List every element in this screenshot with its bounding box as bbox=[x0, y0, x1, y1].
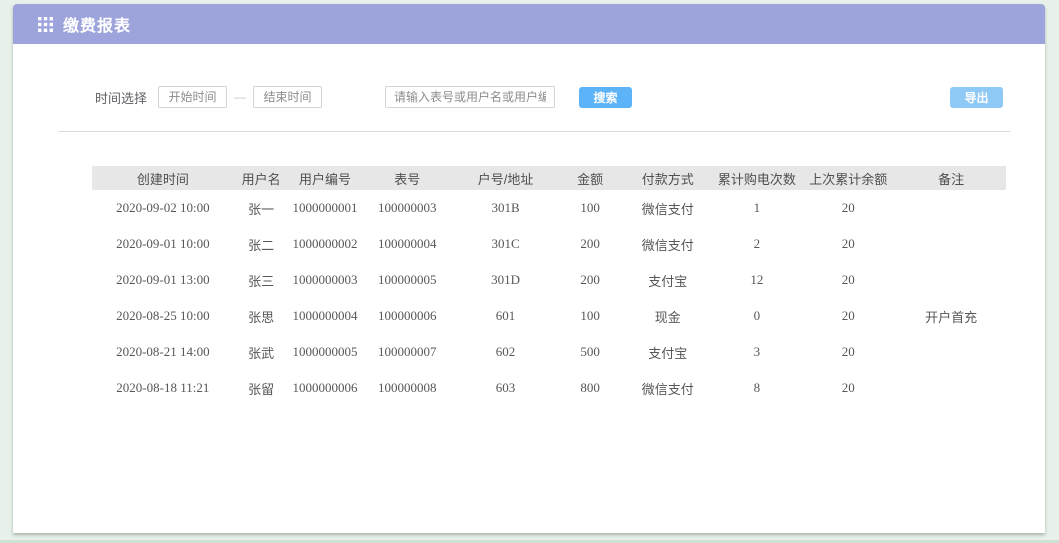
table-row: 2020-08-21 14:00张武1000000005100000007602… bbox=[92, 334, 1006, 370]
table-cell: 3 bbox=[713, 334, 800, 370]
table-cell: 2 bbox=[713, 226, 800, 262]
table-cell: 601 bbox=[453, 298, 558, 334]
table-cell: 1000000002 bbox=[288, 226, 361, 262]
table-cell: 603 bbox=[453, 370, 558, 406]
table-cell: 200 bbox=[558, 226, 622, 262]
table-row: 2020-08-18 11:21张留1000000006100000008603… bbox=[92, 370, 1006, 406]
table-header-row: 创建时间用户名用户编号表号户号/地址金额付款方式累计购电次数上次累计余额备注 bbox=[92, 166, 1006, 190]
table-cell: 2020-08-25 10:00 bbox=[92, 298, 234, 334]
column-header: 户号/地址 bbox=[453, 166, 558, 190]
table-cell: 20 bbox=[800, 370, 896, 406]
table-row: 2020-08-25 10:00张思1000000004100000006601… bbox=[92, 298, 1006, 334]
table-cell: 1000000006 bbox=[288, 370, 361, 406]
table-cell: 301B bbox=[453, 190, 558, 226]
table-cell: 支付宝 bbox=[622, 334, 713, 370]
time-range-label: 时间选择 bbox=[95, 88, 147, 107]
column-header: 付款方式 bbox=[622, 166, 713, 190]
table-cell: 2020-08-21 14:00 bbox=[92, 334, 234, 370]
table-cell: 张思 bbox=[234, 298, 289, 334]
table-cell: 微信支付 bbox=[622, 226, 713, 262]
table-cell: 100000008 bbox=[362, 370, 453, 406]
column-header: 表号 bbox=[362, 166, 453, 190]
table-cell: 1000000003 bbox=[288, 262, 361, 298]
table-cell: 100 bbox=[558, 298, 622, 334]
app-header: 缴费报表 bbox=[13, 4, 1045, 44]
table-cell: 800 bbox=[558, 370, 622, 406]
table-container: 创建时间用户名用户编号表号户号/地址金额付款方式累计购电次数上次累计余额备注 2… bbox=[92, 166, 1006, 406]
apps-grid-icon bbox=[38, 17, 53, 32]
table-cell: 100000006 bbox=[362, 298, 453, 334]
table-row: 2020-09-02 10:00张一1000000001100000003301… bbox=[92, 190, 1006, 226]
column-header: 用户编号 bbox=[288, 166, 361, 190]
table-cell: 20 bbox=[800, 298, 896, 334]
table-cell: 2020-09-01 13:00 bbox=[92, 262, 234, 298]
table-cell bbox=[896, 262, 1006, 298]
table-cell: 2020-08-18 11:21 bbox=[92, 370, 234, 406]
table-cell bbox=[896, 226, 1006, 262]
table-cell: 20 bbox=[800, 190, 896, 226]
export-button[interactable]: 导出 bbox=[950, 87, 1003, 108]
end-time-input[interactable] bbox=[253, 86, 322, 108]
table-cell bbox=[896, 190, 1006, 226]
column-header: 上次累计余额 bbox=[800, 166, 896, 190]
table-cell bbox=[896, 370, 1006, 406]
table-cell: 8 bbox=[713, 370, 800, 406]
column-header: 金额 bbox=[558, 166, 622, 190]
table-cell: 张二 bbox=[234, 226, 289, 262]
table-cell: 张武 bbox=[234, 334, 289, 370]
table-cell: 2020-09-01 10:00 bbox=[92, 226, 234, 262]
table-row: 2020-09-01 13:00张三1000000003100000005301… bbox=[92, 262, 1006, 298]
column-header: 备注 bbox=[896, 166, 1006, 190]
table-cell: 1000000001 bbox=[288, 190, 361, 226]
keyword-search-input[interactable] bbox=[385, 86, 555, 108]
table-cell: 12 bbox=[713, 262, 800, 298]
table-cell: 602 bbox=[453, 334, 558, 370]
table-cell bbox=[896, 334, 1006, 370]
table-cell: 1 bbox=[713, 190, 800, 226]
filter-divider bbox=[58, 131, 1010, 132]
card-body: 时间选择 — 搜索 导出 创建时间用户名用户编号表号户号/地址金额付款方式累计购… bbox=[13, 44, 1045, 406]
table-cell: 100000005 bbox=[362, 262, 453, 298]
table-cell: 支付宝 bbox=[622, 262, 713, 298]
search-button[interactable]: 搜索 bbox=[579, 87, 632, 108]
filter-bar: 时间选择 — 搜索 导出 bbox=[58, 86, 1010, 108]
table-cell: 张三 bbox=[234, 262, 289, 298]
table-body: 2020-09-02 10:00张一1000000001100000003301… bbox=[92, 190, 1006, 406]
table-cell: 微信支付 bbox=[622, 370, 713, 406]
page-title: 缴费报表 bbox=[63, 12, 131, 36]
table-cell: 2020-09-02 10:00 bbox=[92, 190, 234, 226]
report-card: 缴费报表 时间选择 — 搜索 导出 创建时间用户名用户编号表号户号/地址金额付款… bbox=[13, 4, 1045, 533]
table-cell: 现金 bbox=[622, 298, 713, 334]
table-cell: 100000007 bbox=[362, 334, 453, 370]
table-cell: 100 bbox=[558, 190, 622, 226]
table-cell: 开户首充 bbox=[896, 298, 1006, 334]
table-cell: 20 bbox=[800, 334, 896, 370]
table-cell: 301D bbox=[453, 262, 558, 298]
column-header: 创建时间 bbox=[92, 166, 234, 190]
table-row: 2020-09-01 10:00张二1000000002100000004301… bbox=[92, 226, 1006, 262]
table-cell: 1000000004 bbox=[288, 298, 361, 334]
table-cell: 100000004 bbox=[362, 226, 453, 262]
table-cell: 微信支付 bbox=[622, 190, 713, 226]
table-cell: 200 bbox=[558, 262, 622, 298]
table-cell: 500 bbox=[558, 334, 622, 370]
table-cell: 张留 bbox=[234, 370, 289, 406]
column-header: 用户名 bbox=[234, 166, 289, 190]
table-cell: 0 bbox=[713, 298, 800, 334]
report-table: 创建时间用户名用户编号表号户号/地址金额付款方式累计购电次数上次累计余额备注 2… bbox=[92, 166, 1006, 406]
start-time-input[interactable] bbox=[158, 86, 227, 108]
table-cell: 20 bbox=[800, 226, 896, 262]
table-cell: 20 bbox=[800, 262, 896, 298]
column-header: 累计购电次数 bbox=[713, 166, 800, 190]
table-cell: 100000003 bbox=[362, 190, 453, 226]
time-range-separator: — bbox=[234, 90, 246, 104]
table-cell: 1000000005 bbox=[288, 334, 361, 370]
table-cell: 301C bbox=[453, 226, 558, 262]
table-cell: 张一 bbox=[234, 190, 289, 226]
